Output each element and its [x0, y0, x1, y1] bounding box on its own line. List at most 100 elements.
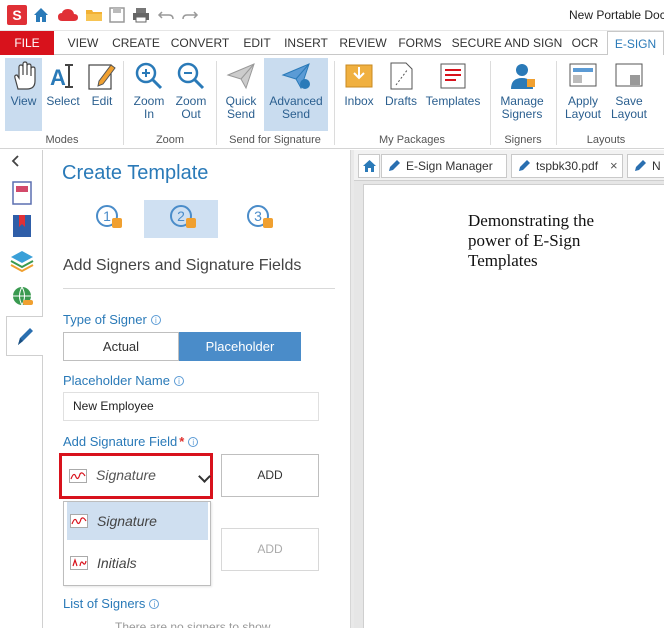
print-icon[interactable]	[132, 6, 150, 24]
dropdown-option-label: Signature	[97, 513, 157, 529]
tab-e-sign[interactable]: E-SIGN	[607, 31, 664, 56]
tab-file[interactable]: FILE	[0, 31, 54, 55]
edit-button[interactable]: Edit	[84, 58, 120, 131]
zoom-in-button[interactable]: Zoom In	[128, 58, 170, 131]
signature-icon	[70, 514, 88, 528]
document-tabs: E-Sign Manager tspbk30.pdf × N	[354, 150, 664, 181]
edit-label: Edit	[91, 94, 113, 108]
add-signature-field-text: Add Signature Field	[63, 434, 178, 449]
step-1[interactable]: 1	[70, 200, 144, 238]
view-label: View	[10, 94, 37, 108]
placeholder-name-label: Placeholder Name i	[63, 373, 184, 388]
inbox-icon	[345, 64, 373, 88]
advanced-send-button[interactable]: Advanced Send	[264, 58, 328, 131]
collapse-chevron-icon[interactable]	[10, 154, 22, 168]
globe-link-icon[interactable]	[9, 284, 35, 310]
document-page[interactable]: Demonstrating the power of E-Sign Templa…	[363, 184, 664, 628]
tab-e-sign-manager[interactable]: E-Sign Manager	[381, 154, 507, 178]
select-text-icon: A	[50, 64, 73, 90]
zoom-in-label: Zoom In	[133, 94, 165, 121]
pen-icon	[389, 160, 400, 171]
view-button[interactable]: View	[5, 58, 42, 131]
step-2[interactable]: 2	[144, 200, 218, 238]
inbox-button[interactable]: Inbox	[338, 58, 380, 131]
signer-type-actual-button[interactable]: Actual	[63, 332, 179, 361]
quick-send-label: Quick Send	[225, 94, 257, 121]
window-title: New Portable Docu	[569, 8, 664, 22]
tab-edit[interactable]: EDIT	[238, 31, 276, 55]
side-toolbar	[0, 150, 43, 628]
templates-button[interactable]: Templates	[424, 58, 482, 131]
manage-signers-button[interactable]: Manage Signers	[495, 58, 549, 131]
home-icon[interactable]	[32, 6, 50, 24]
tab-new-document[interactable]: N	[627, 154, 664, 178]
add-button-disabled[interactable]: ADD	[221, 528, 319, 571]
placeholder-name-input[interactable]: New Employee	[63, 392, 319, 421]
signer-type-placeholder-button[interactable]: Placeholder	[179, 332, 301, 361]
advanced-send-icon	[281, 63, 310, 90]
type-of-signer-label: Type of Signer i	[63, 312, 161, 327]
cloud-icon[interactable]	[57, 6, 79, 24]
info-icon[interactable]: i	[188, 437, 199, 447]
save-layout-label: Save Layout	[610, 94, 648, 121]
tab-label: E-Sign Manager	[406, 159, 493, 173]
signer-badge-icon	[186, 218, 196, 228]
zoom-in-icon	[135, 62, 163, 90]
group-label-my-packages: My Packages	[378, 134, 446, 146]
save-icon[interactable]	[108, 6, 126, 24]
pages-icon[interactable]	[9, 180, 35, 206]
bookmark-icon[interactable]	[9, 213, 35, 239]
signature-field-dropdown: Signature Initials	[63, 501, 211, 586]
tab-view[interactable]: VIEW	[60, 31, 106, 55]
apply-layout-icon	[569, 63, 597, 87]
tab-tspbk30-pdf[interactable]: tspbk30.pdf ×	[511, 154, 623, 178]
briefcase-badge-icon	[263, 218, 273, 228]
zoom-out-label: Zoom Out	[175, 94, 207, 121]
list-of-signers-text: List of Signers	[63, 596, 146, 611]
separator	[334, 61, 335, 145]
required-mark: *	[179, 434, 185, 449]
dropdown-option-signature[interactable]: Signature	[67, 502, 208, 540]
tab-insert[interactable]: INSERT	[280, 31, 332, 55]
save-layout-button[interactable]: Save Layout	[606, 58, 652, 131]
quick-send-button[interactable]: Quick Send	[220, 58, 262, 131]
step-3[interactable]: 3	[221, 200, 295, 238]
select-button[interactable]: A Select	[44, 58, 82, 131]
group-label-zoom: Zoom	[155, 134, 185, 146]
document-area: E-Sign Manager tspbk30.pdf × N Demonstra…	[354, 150, 664, 628]
open-folder-icon[interactable]	[85, 6, 103, 24]
paper-plane-icon	[226, 63, 255, 90]
info-icon[interactable]: i	[173, 376, 184, 386]
signature-field-select[interactable]: Signature	[59, 453, 213, 499]
apply-layout-button[interactable]: Apply Layout	[561, 58, 605, 131]
redo-icon[interactable]	[181, 6, 199, 24]
info-icon[interactable]: i	[149, 599, 160, 609]
create-template-panel: Create Template 1 2 3 Add Signers and Si…	[44, 150, 350, 628]
tab-ocr[interactable]: OCR	[566, 31, 604, 55]
save-layout-icon	[615, 63, 643, 87]
edit-icon	[88, 64, 116, 90]
add-signature-field-button[interactable]: ADD	[221, 454, 319, 497]
tab-forms[interactable]: FORMS	[394, 31, 446, 55]
tab-convert[interactable]: CONVERT	[166, 31, 234, 55]
layers-icon[interactable]	[9, 248, 35, 274]
tab-review[interactable]: REVIEW	[337, 31, 389, 55]
initials-icon	[70, 556, 88, 570]
signature-icon	[69, 469, 87, 483]
dropdown-option-initials[interactable]: Initials	[67, 544, 208, 582]
apply-layout-label: Apply Layout	[564, 94, 602, 121]
info-icon[interactable]: i	[150, 315, 161, 325]
document-badge-icon	[112, 218, 122, 228]
select-label: Select	[46, 94, 80, 108]
signer-icon	[511, 64, 535, 89]
drafts-button[interactable]: Drafts	[381, 58, 421, 131]
tab-secure-and-sign[interactable]: SECURE AND SIGN	[451, 31, 563, 55]
e-sign-panel-tab[interactable]	[6, 316, 43, 356]
close-icon[interactable]: ×	[610, 155, 618, 177]
ribbon: View A Select Edit Zoom In Zoom Out Quic…	[0, 55, 664, 149]
home-tab[interactable]	[358, 154, 380, 178]
tab-create[interactable]: CREATE	[108, 31, 164, 55]
pen-icon	[18, 328, 33, 345]
zoom-out-button[interactable]: Zoom Out	[170, 58, 212, 131]
undo-icon[interactable]	[157, 6, 175, 24]
